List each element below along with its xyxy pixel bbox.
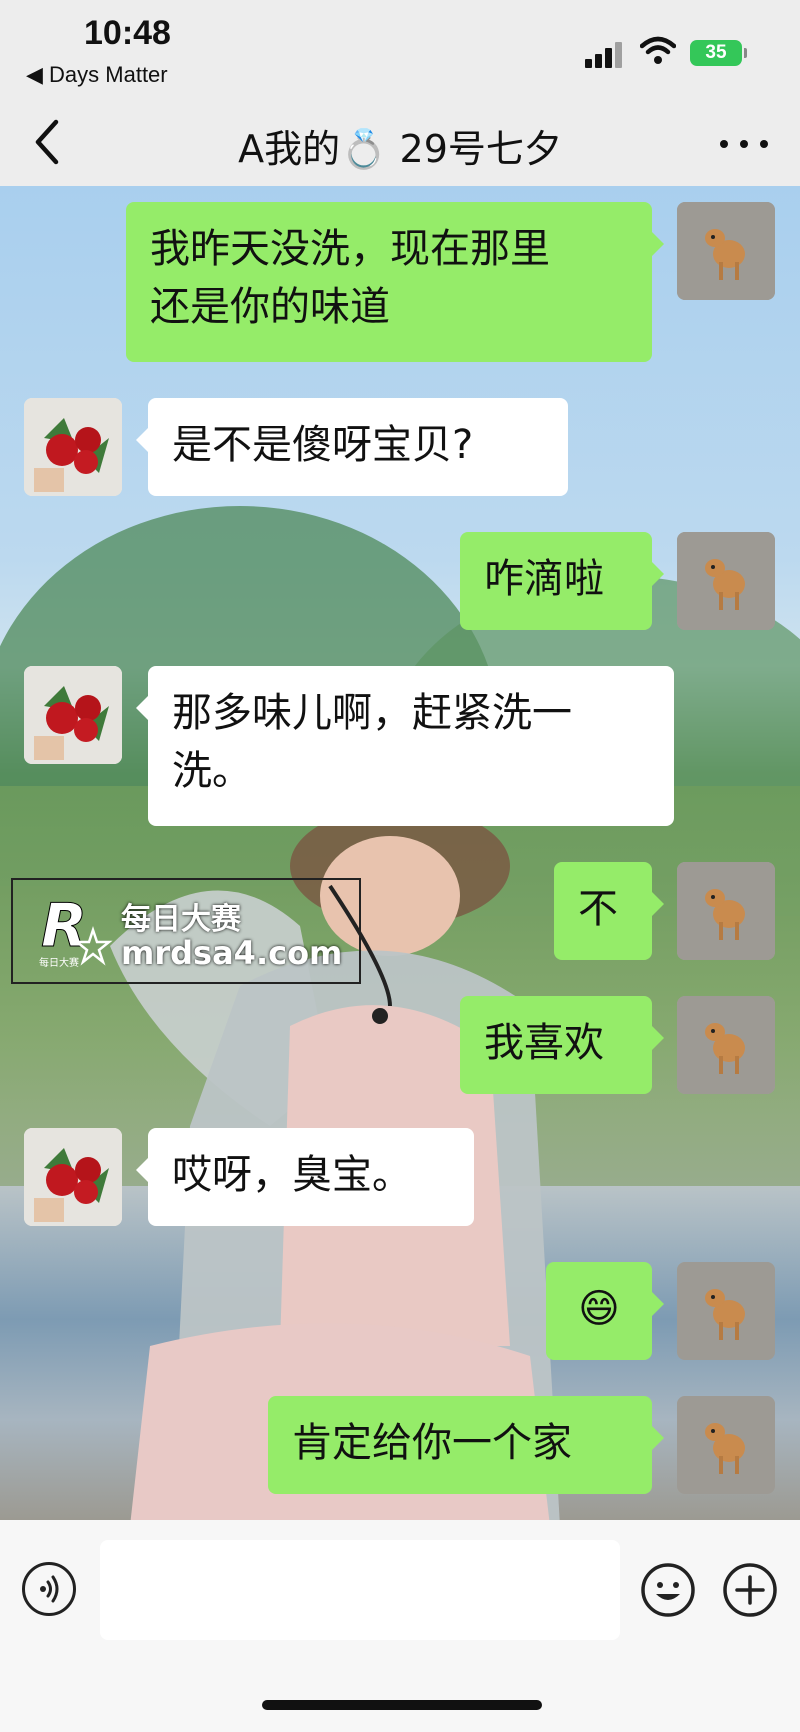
back-to-app-link[interactable]: ◀ Days Matter — [26, 62, 168, 88]
rose-avatar-icon — [24, 1128, 122, 1226]
home-indicator[interactable] — [262, 1700, 542, 1710]
wifi-icon — [640, 36, 676, 64]
message-bubble-mine[interactable]: 我昨天没洗，现在那里 还是你的味道 — [126, 202, 664, 362]
watermark: R 每日大赛 每日大赛 mrdsa4.com — [11, 878, 361, 984]
avatar[interactable] — [24, 666, 122, 764]
avatar[interactable] — [677, 202, 775, 300]
svg-text:每日大赛: 每日大赛 — [39, 956, 79, 969]
chat-title: A我的💍 29号七夕 — [238, 127, 562, 171]
message-bubble-mine[interactable]: 肯定给你一个家 — [268, 1396, 664, 1494]
message-bubble-mine[interactable]: 咋滴啦 — [460, 532, 664, 630]
message-bubble-theirs[interactable]: 是不是傻呀宝贝? — [136, 398, 568, 496]
rose-avatar-icon — [24, 398, 122, 496]
watermark-url: mrdsa4.com — [121, 934, 343, 972]
watermark-logo: R 每日大赛 — [39, 891, 113, 969]
message-bubble-mine[interactable]: 😄 — [546, 1262, 664, 1360]
status-bar: 10:48 ◀ Days Matter 35 — [0, 0, 800, 100]
battery-icon: 35 — [690, 40, 747, 66]
watermark-title: 每日大赛 — [121, 902, 241, 937]
chat-header: A我的💍 29号七夕 — [0, 100, 800, 186]
message-bubble-mine[interactable]: 不 — [554, 862, 664, 960]
dog-avatar-icon — [677, 996, 775, 1094]
plus-icon[interactable] — [722, 1562, 778, 1618]
avatar[interactable] — [677, 996, 775, 1094]
avatar[interactable] — [24, 398, 122, 496]
dog-avatar-icon — [677, 1262, 775, 1360]
more-dots-icon[interactable] — [714, 118, 774, 166]
emoji-icon[interactable] — [640, 1562, 696, 1618]
svg-text:R: R — [41, 891, 87, 961]
message-bubble-theirs[interactable]: 哎呀，臭宝。 — [136, 1128, 474, 1226]
cellular-signal-icon — [585, 40, 625, 68]
avatar[interactable] — [677, 862, 775, 960]
rose-avatar-icon — [24, 666, 122, 764]
message-bubble-mine[interactable]: 我喜欢 — [460, 996, 664, 1094]
status-time: 10:48 — [84, 14, 171, 52]
dog-avatar-icon — [677, 202, 775, 300]
avatar[interactable] — [677, 532, 775, 630]
avatar[interactable] — [24, 1128, 122, 1226]
avatar[interactable] — [677, 1262, 775, 1360]
dog-avatar-icon — [677, 1396, 775, 1494]
battery-level: 35 — [705, 42, 727, 63]
dog-avatar-icon — [677, 862, 775, 960]
message-bubble-theirs[interactable]: 那多味儿啊，赶紧洗一 洗。 — [136, 666, 674, 826]
voice-icon[interactable] — [22, 1562, 76, 1616]
avatar[interactable] — [677, 1396, 775, 1494]
message-input[interactable] — [100, 1540, 620, 1640]
dog-avatar-icon — [677, 532, 775, 630]
